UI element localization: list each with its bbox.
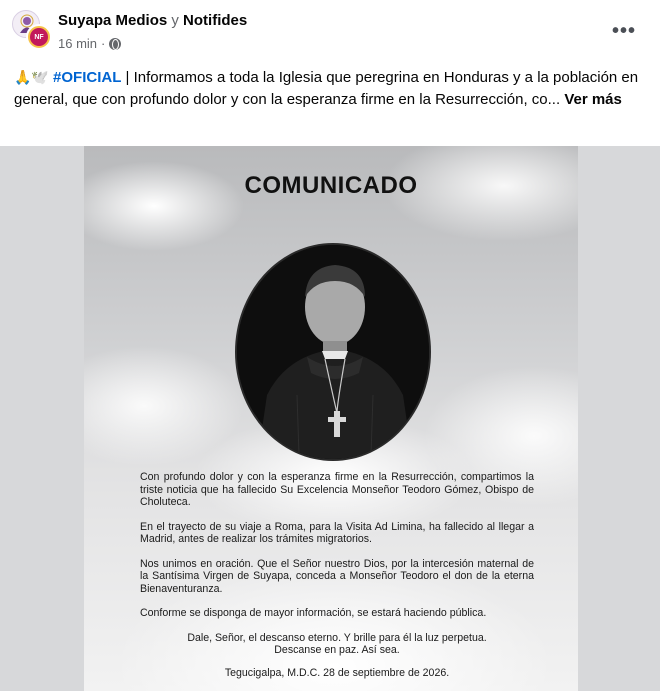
post-timestamp[interactable]: 16 min (58, 36, 97, 51)
post-authors: Suyapa Medios y Notifides (58, 12, 247, 29)
post-image[interactable]: COMUNICADO Con profundo dolor y con la e… (0, 146, 660, 691)
notice-paragraph: En el trayecto de su viaje a Roma, para … (140, 520, 534, 546)
post-emoji: 🙏🕊️ (14, 69, 49, 85)
notice-paragraph: Conforme se disponga de mayor informació… (140, 607, 487, 619)
more-options-icon[interactable]: ••• (612, 20, 636, 43)
post-meta: 16 min · (58, 36, 122, 51)
coauthor-name-link[interactable]: Notifides (183, 12, 247, 29)
globe-icon[interactable] (109, 37, 122, 50)
notice-body: Con profundo dolor y con la esperanza fi… (140, 471, 534, 691)
prayer-line-1: Dale, Señor, el descanso eterno. Y brill… (187, 631, 487, 644)
coauthor-avatar-text: NF (30, 28, 48, 46)
coauthor-avatar[interactable]: NF (26, 24, 52, 50)
see-more-link[interactable]: Ver más (564, 91, 622, 108)
notice-place-date: Tegucigalpa, M.D.C. 28 de septiembre de … (224, 666, 450, 679)
post-text: 🙏🕊️ #OFICIAL | Informamos a toda la Igle… (14, 66, 650, 111)
hashtag-link[interactable]: #OFICIAL (53, 69, 121, 86)
notice-paragraph: Con profundo dolor y con la esperanza fi… (140, 471, 534, 508)
bishop-portrait (235, 243, 431, 461)
notice-paragraph: Nos unimos en oración. Que el Señor nues… (140, 557, 534, 595)
notice-prayer: Dale, Señor, el descanso eterno. Y brill… (140, 632, 534, 657)
meta-separator: · (101, 36, 106, 51)
author-conjunction: y (171, 12, 179, 29)
page-name-link[interactable]: Suyapa Medios (58, 12, 167, 29)
communique-image: COMUNICADO Con profundo dolor y con la e… (84, 146, 578, 691)
author-avatars[interactable]: NF (12, 10, 52, 50)
notice-title: COMUNICADO (244, 172, 418, 199)
post-header: NF Suyapa Medios y Notifides 16 min · ••… (0, 0, 660, 62)
prayer-line-2: Descanse en paz. Así sea. (274, 644, 400, 656)
